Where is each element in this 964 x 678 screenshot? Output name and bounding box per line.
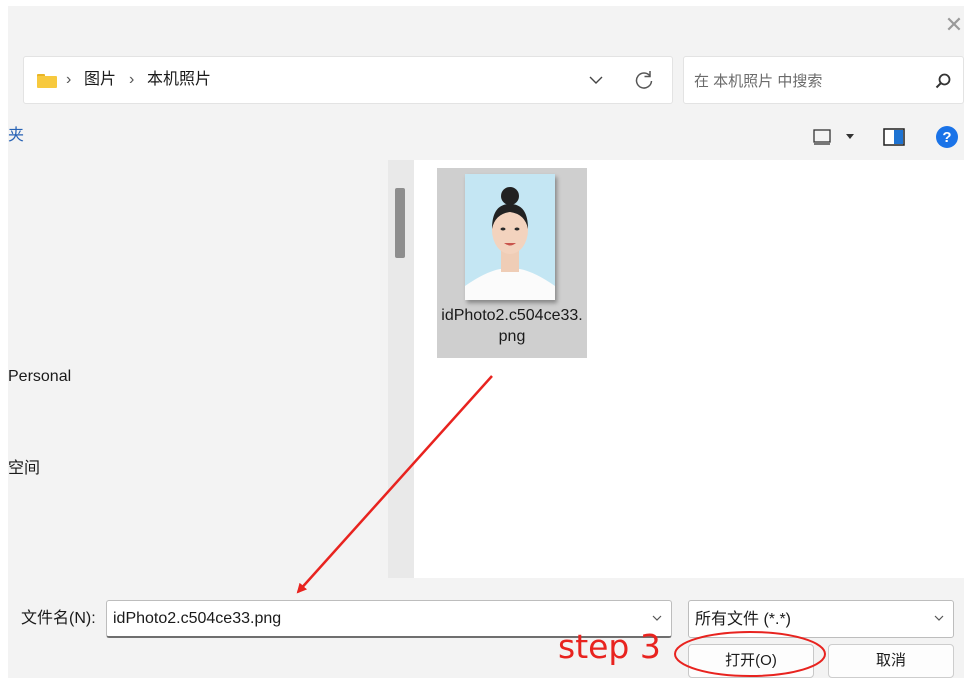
file-open-dialog: ✕ › 图片 › 本机照片 在 本机照片 中搜索 夹 ? Personal 空间… — [8, 6, 964, 678]
navigation-pane-scrollbar[interactable] — [388, 160, 414, 578]
help-icon[interactable]: ? — [935, 125, 959, 149]
chevron-down-icon[interactable] — [933, 613, 945, 623]
scrollbar-thumb[interactable] — [395, 188, 405, 258]
file-list: idPhoto2.c504ce33.png — [414, 160, 964, 578]
search-icon[interactable] — [933, 71, 953, 91]
chevron-down-icon[interactable] — [846, 134, 854, 140]
command-bar: 夹 ? — [8, 112, 964, 160]
file-name: idPhoto2.c504ce33.png — [441, 307, 583, 345]
address-bar[interactable]: › 图片 › 本机照片 — [23, 56, 673, 104]
svg-text:?: ? — [942, 129, 951, 146]
new-folder-button[interactable]: 夹 — [8, 126, 24, 146]
nav-item-personal[interactable]: Personal — [8, 366, 71, 388]
title-bar: ✕ — [8, 6, 964, 46]
portrait-photo — [465, 174, 555, 300]
search-box[interactable] — [683, 56, 964, 104]
file-type-value: 所有文件 (*.*) — [695, 611, 792, 628]
search-input[interactable] — [694, 70, 914, 92]
view-icon[interactable] — [813, 129, 833, 145]
bottom-bar: 文件名(N): 所有文件 (*.*) 打开(O) 取消 — [8, 578, 964, 678]
open-button[interactable]: 打开(O) — [688, 644, 814, 678]
cancel-button[interactable]: 取消 — [828, 644, 954, 678]
portrait-photo-thumbnail — [465, 174, 555, 300]
folder-icon — [37, 74, 57, 88]
navigation-bar: › 图片 › 本机照片 — [8, 46, 964, 112]
breadcrumb-pictures[interactable]: 图片 — [84, 69, 116, 91]
close-icon[interactable]: ✕ — [944, 12, 964, 38]
breadcrumb-separator: › — [129, 71, 135, 88]
file-type-select[interactable]: 所有文件 (*.*) — [688, 600, 954, 638]
breadcrumb-separator: › — [66, 71, 72, 88]
filename-input[interactable] — [113, 608, 633, 630]
step-annotation: step 3 — [558, 627, 661, 666]
filename-label: 文件名(N): — [21, 610, 96, 627]
chevron-down-icon[interactable] — [586, 70, 606, 90]
navigation-pane: Personal 空间 — [8, 160, 388, 578]
file-item-selected[interactable]: idPhoto2.c504ce33.png — [437, 168, 587, 358]
refresh-icon[interactable] — [631, 67, 657, 93]
breadcrumb-local-photos[interactable]: 本机照片 — [147, 69, 211, 91]
chevron-down-icon[interactable] — [651, 613, 663, 623]
preview-pane-icon[interactable] — [883, 128, 905, 146]
nav-item-space[interactable]: 空间 — [8, 458, 40, 480]
